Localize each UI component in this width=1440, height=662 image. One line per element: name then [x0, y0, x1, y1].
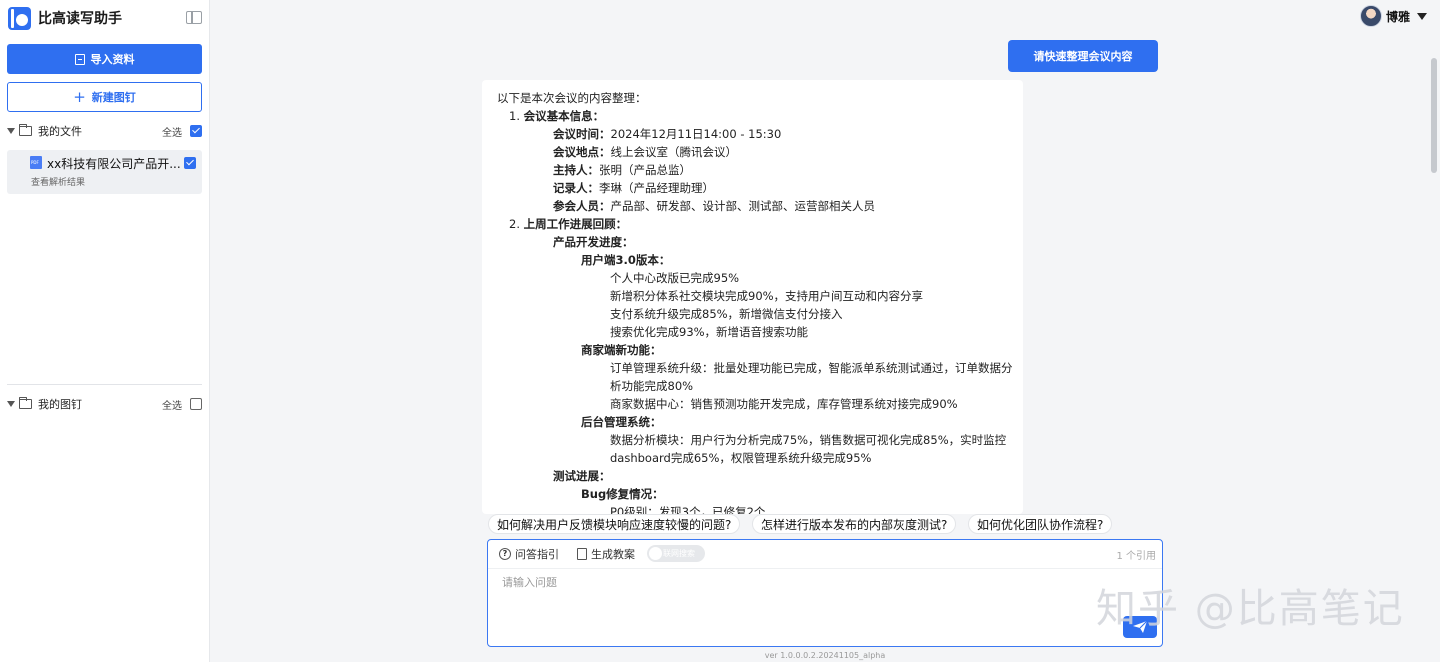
- answer-section-2: 2. 上周工作进展回顾：: [497, 215, 1009, 233]
- list-item: 记录人：李琳（产品经理助理）: [497, 179, 1009, 197]
- scrollbar[interactable]: [1431, 58, 1437, 173]
- divider: [7, 384, 202, 385]
- select-all-files-checkbox[interactable]: [190, 125, 202, 137]
- item-key: 后台管理系统：: [581, 415, 662, 429]
- document-icon: [577, 548, 587, 560]
- import-icon: [74, 53, 85, 65]
- answer-section-1: 1. 会议基本信息：: [497, 107, 1009, 125]
- section-title: 会议基本信息：: [523, 109, 605, 123]
- section-title: 上周工作进展回顾：: [523, 217, 628, 231]
- item-key: 会议地点：: [553, 145, 611, 159]
- assistant-answer: 以下是本次会议的内容整理： 1. 会议基本信息： 会议时间：2024年12月11…: [482, 80, 1023, 514]
- caret-down-icon[interactable]: [7, 128, 15, 134]
- chat-composer[interactable]: ? 问答指引 生成教案 联网搜索 1 个引用 请输入问题: [487, 539, 1163, 647]
- list-item: 用户端3.0版本：: [497, 251, 1009, 269]
- list-item: 测试进展：: [497, 467, 1009, 485]
- select-all-pins-checkbox[interactable]: [190, 398, 202, 410]
- list-number: 2.: [509, 217, 520, 231]
- list-item: 会议时间：2024年12月11日14:00 - 15:30: [497, 125, 1009, 143]
- generate-lesson-button[interactable]: 生成教案: [577, 546, 635, 562]
- item-key: 商家端新功能：: [581, 343, 662, 357]
- list-number: 1.: [509, 109, 520, 123]
- file-name[interactable]: xx科技有限公司产品开...: [47, 155, 182, 172]
- item-value: 线上会议室（腾讯会议）: [610, 145, 738, 159]
- web-search-toggle[interactable]: 联网搜索: [647, 545, 705, 562]
- chevron-down-icon[interactable]: [1417, 12, 1428, 20]
- item-value: 产品部、研发部、设计部、测试部、运营部相关人员: [610, 199, 876, 213]
- qa-guide-label: 问答指引: [515, 548, 559, 561]
- item-key: 测试进展：: [553, 469, 611, 483]
- new-pin-button-label: 新建图钉: [91, 91, 136, 104]
- select-all-label: 全选: [162, 127, 182, 139]
- list-item: 参会人员：产品部、研发部、设计部、测试部、运营部相关人员: [497, 197, 1009, 215]
- list-item: 数据分析模块：用户行为分析完成75%，销售数据可视化完成85%，实时监控dash…: [610, 433, 1007, 465]
- item-value: 2024年12月11日14:00 - 15:30: [610, 127, 782, 141]
- import-button-label: 导入资料: [90, 53, 135, 66]
- item-value: 李琳（产品经理助理）: [599, 181, 714, 195]
- my-pins-header[interactable]: 我的图钉 全选: [7, 395, 202, 413]
- user-message: 请快速整理会议内容: [1008, 40, 1158, 72]
- file-checkbox[interactable]: [184, 157, 196, 169]
- list-item: Bug修复情况：: [497, 485, 1009, 503]
- my-files-label: 我的文件: [38, 125, 82, 138]
- folder-icon: [19, 397, 32, 409]
- item-key: 用户端3.0版本：: [581, 253, 671, 267]
- file-item[interactable]: xx科技有限公司产品开... 查看解析结果: [7, 150, 202, 194]
- pdf-file-icon: [30, 156, 42, 169]
- item-key: Bug修复情况：: [581, 487, 664, 501]
- list-item: 商家端新功能：: [497, 341, 1009, 359]
- sidebar-collapse-icon[interactable]: [186, 11, 202, 24]
- user-menu[interactable]: 博雅: [1360, 5, 1428, 27]
- list-item: 产品开发进度：: [497, 233, 1009, 251]
- list-item: 新增积分体系社交模块完成90%，支持用户间互动和内容分享: [610, 289, 924, 303]
- brand: 比高读写助手: [8, 6, 122, 30]
- select-all-label: 全选: [162, 400, 182, 412]
- question-icon: ?: [499, 548, 511, 560]
- view-parse-result-link[interactable]: 查看解析结果: [31, 175, 85, 188]
- import-button[interactable]: 导入资料: [7, 44, 202, 74]
- my-files-header[interactable]: 我的文件 全选: [7, 122, 202, 140]
- item-value: 张明（产品总监）: [599, 163, 691, 177]
- watermark: 知乎 @比高笔记: [1096, 586, 1405, 632]
- list-item: P0级别：发现3个，已修复2个: [610, 505, 766, 514]
- list-item: 会议地点：线上会议室（腾讯会议）: [497, 143, 1009, 161]
- plus-icon: +: [73, 87, 86, 106]
- list-item: 商家数据中心：销售预测功能开发完成，库存管理系统对接完成90%: [610, 397, 958, 411]
- item-key: 参会人员：: [553, 199, 611, 213]
- new-pin-button[interactable]: + 新建图钉: [7, 82, 202, 112]
- list-item: 支付系统升级完成85%，新增微信支付分接入: [610, 307, 843, 321]
- divider: [488, 568, 1162, 569]
- item-key: 产品开发进度：: [553, 235, 634, 249]
- app-title: 比高读写助手: [38, 11, 122, 27]
- list-item: 后台管理系统：: [497, 413, 1009, 431]
- answer-intro: 以下是本次会议的内容整理：: [497, 91, 647, 105]
- version-label: ver 1.0.0.0.2.20241105_alpha: [764, 651, 886, 660]
- sidebar: 比高读写助手 导入资料 + 新建图钉 我的文件 全选 xx科技有限公司产品开..…: [0, 0, 210, 662]
- list-item: 搜索优化完成93%，新增语音搜索功能: [610, 325, 809, 339]
- item-key: 主持人：: [553, 163, 599, 177]
- item-key: 会议时间：: [553, 127, 611, 141]
- qa-guide-button[interactable]: ? 问答指引: [499, 546, 559, 562]
- suggestion-chip[interactable]: 如何解决用户反馈模块响应速度较慢的问题?: [488, 514, 741, 534]
- generate-lesson-label: 生成教案: [591, 548, 635, 561]
- web-search-label: 联网搜索: [663, 549, 695, 558]
- caret-down-icon[interactable]: [7, 401, 15, 407]
- user-name: 博雅: [1386, 9, 1411, 24]
- list-item: 个人中心改版已完成95%: [610, 271, 740, 285]
- list-item: 订单管理系统升级：批量处理功能已完成，智能派单系统测试通过，订单数据分析功能完成…: [610, 361, 1013, 393]
- suggestion-chip[interactable]: 如何优化团队协作流程?: [968, 514, 1113, 534]
- app-logo-icon: [8, 6, 31, 30]
- my-pins-label: 我的图钉: [38, 398, 82, 411]
- folder-icon: [19, 124, 32, 136]
- citation-count[interactable]: 1 个引用: [1116, 547, 1156, 562]
- suggestion-chip[interactable]: 怎样进行版本发布的内部灰度测试?: [752, 514, 957, 534]
- item-key: 记录人：: [553, 181, 599, 195]
- avatar[interactable]: [1360, 5, 1382, 27]
- question-input[interactable]: 请输入问题: [502, 574, 557, 590]
- list-item: 主持人：张明（产品总监）: [497, 161, 1009, 179]
